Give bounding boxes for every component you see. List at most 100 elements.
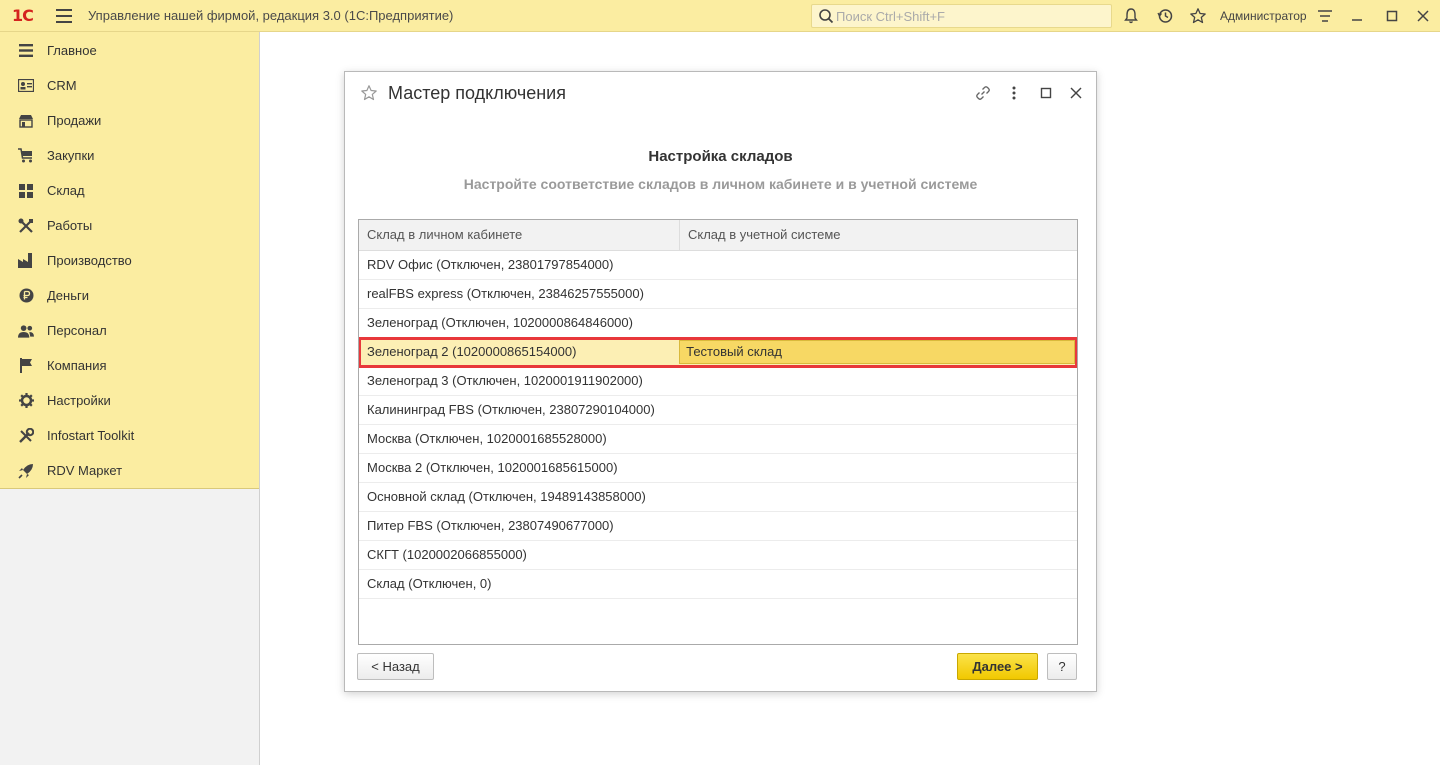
sidebar-item-personnel[interactable]: Персонал — [0, 313, 259, 348]
sidebar-item-purchases[interactable]: Закупки — [0, 138, 259, 173]
sidebar-item-works[interactable]: Работы — [0, 208, 259, 243]
minimize-icon[interactable] — [1348, 7, 1366, 25]
cabinet-warehouse-cell[interactable]: Зеленоград 2 (1020000865154000) — [359, 338, 679, 366]
table-row-selected[interactable]: Зеленоград 2 (1020000865154000) Тестовый … — [359, 337, 1077, 368]
cabinet-warehouse-cell[interactable]: Москва 2 (Отключен, 1020001685615000) — [359, 454, 680, 482]
warehouse-grid-icon — [18, 183, 34, 199]
history-icon[interactable] — [1156, 7, 1174, 25]
search-icon — [819, 9, 834, 24]
sidebar-item-label: Персонал — [47, 323, 107, 338]
gear-icon — [18, 393, 34, 409]
warehouse-mapping-table[interactable]: Склад в личном кабинете Склад в учетной … — [358, 219, 1078, 645]
cabinet-warehouse-cell[interactable]: Москва (Отключен, 1020001685528000) — [359, 425, 680, 453]
sidebar-item-sales[interactable]: Продажи — [0, 103, 259, 138]
table-row[interactable]: Зеленоград (Отключен, 1020000864846000) — [359, 309, 1077, 338]
dialog-header: Мастер подключения — [345, 72, 1096, 114]
ruble-coin-icon — [18, 288, 34, 304]
cabinet-warehouse-cell[interactable]: Калининград FBS (Отключен, 2380729010400… — [359, 396, 680, 424]
table-row[interactable]: Зеленоград 3 (Отключен, 1020001911902000… — [359, 367, 1077, 396]
sidebar-item-infostart-toolkit[interactable]: Infostart Toolkit — [0, 418, 259, 453]
table-row[interactable]: RDV Офис (Отключен, 23801797854000) — [359, 251, 1077, 280]
settings-lines-icon[interactable] — [1316, 7, 1334, 25]
close-icon[interactable] — [1414, 7, 1432, 25]
sidebar-item-warehouse[interactable]: Склад — [0, 173, 259, 208]
sidebar-item-company[interactable]: Компания — [0, 348, 259, 383]
table-row[interactable]: СКГТ (1020002066855000) — [359, 541, 1077, 570]
back-button[interactable]: < Назад — [357, 653, 434, 680]
cart-icon — [18, 148, 34, 164]
cabinet-warehouse-cell[interactable]: Основной склад (Отключен, 19489143858000… — [359, 483, 680, 511]
people-icon — [18, 323, 34, 339]
link-button[interactable] — [974, 84, 992, 102]
section-subheading: Настройте соответствие складов в личном … — [463, 176, 978, 192]
wrench-icon — [18, 427, 34, 444]
column-header-cabinet-warehouse[interactable]: Склад в личном кабинете — [359, 220, 680, 250]
cabinet-warehouse-cell[interactable]: RDV Офис (Отключен, 23801797854000) — [359, 251, 680, 279]
table-row[interactable]: realFBS express (Отключен, 2384625755500… — [359, 280, 1077, 309]
dialog-maximize-button[interactable] — [1037, 84, 1055, 102]
user-name[interactable]: Администратор — [1220, 9, 1307, 23]
system-warehouse-cell[interactable] — [680, 309, 1077, 337]
maximize-icon[interactable] — [1383, 7, 1401, 25]
bell-icon[interactable] — [1122, 7, 1140, 25]
table-row[interactable]: Москва (Отключен, 1020001685528000) — [359, 425, 1077, 454]
sidebar-item-settings[interactable]: Настройки — [0, 383, 259, 418]
search-input[interactable] — [836, 8, 1096, 24]
sidebar-item-rdv-market[interactable]: RDV Маркет — [0, 453, 259, 488]
table-row[interactable]: Основной склад (Отключен, 19489143858000… — [359, 483, 1077, 512]
sidebar-item-money[interactable]: Деньги — [0, 278, 259, 313]
link-icon — [976, 86, 990, 100]
system-warehouse-cell[interactable] — [680, 512, 1077, 540]
system-warehouse-cell[interactable] — [680, 570, 1077, 598]
search-box[interactable] — [811, 4, 1112, 28]
dialog-close-button[interactable] — [1067, 84, 1085, 102]
table-row[interactable]: Склад (Отключен, 0) — [359, 570, 1077, 599]
section-menu: Главное CRM Продажи Закупки Склад Работы… — [0, 32, 259, 489]
more-actions-button[interactable] — [1005, 84, 1023, 102]
cabinet-warehouse-cell[interactable]: Зеленоград (Отключен, 1020000864846000) — [359, 309, 680, 337]
system-warehouse-cell[interactable] — [680, 280, 1077, 308]
sidebar-item-label: Компания — [47, 358, 107, 373]
sidebar: Главное CRM Продажи Закупки Склад Работы… — [0, 32, 260, 765]
system-warehouse-cell[interactable] — [680, 396, 1077, 424]
sidebar-item-label: Закупки — [47, 148, 95, 163]
cabinet-warehouse-cell[interactable]: Питер FBS (Отключен, 23807490677000) — [359, 512, 680, 540]
sidebar-item-label: Склад — [47, 183, 85, 198]
tools-icon — [18, 218, 34, 234]
system-warehouse-cell[interactable]: Тестовый склад — [679, 340, 1075, 364]
cabinet-warehouse-cell[interactable]: realFBS express (Отключен, 2384625755500… — [359, 280, 680, 308]
main-menu-button[interactable] — [56, 8, 72, 23]
system-warehouse-cell[interactable] — [680, 483, 1077, 511]
more-vertical-icon — [1012, 86, 1016, 100]
cabinet-warehouse-cell[interactable]: Зеленоград 3 (Отключен, 1020001911902000… — [359, 367, 680, 395]
sidebar-item-label: CRM — [47, 78, 77, 93]
table-row[interactable]: Питер FBS (Отключен, 23807490677000) — [359, 512, 1077, 541]
system-warehouse-cell[interactable] — [680, 367, 1077, 395]
sidebar-item-label: Продажи — [47, 113, 102, 128]
system-warehouse-cell[interactable] — [680, 251, 1077, 279]
connection-wizard-dialog: Мастер подключения Настройка складов Нас… — [344, 71, 1097, 692]
system-warehouse-cell[interactable] — [680, 425, 1077, 453]
table-row[interactable]: Калининград FBS (Отключен, 2380729010400… — [359, 396, 1077, 425]
menu-icon — [18, 43, 34, 59]
column-header-system-warehouse[interactable]: Склад в учетной системе — [680, 220, 1077, 250]
sidebar-item-label: RDV Маркет — [47, 463, 123, 478]
sidebar-item-label: Деньги — [47, 288, 89, 303]
sidebar-item-main[interactable]: Главное — [0, 33, 259, 68]
system-warehouse-cell[interactable] — [680, 454, 1077, 482]
sidebar-item-label: Работы — [47, 218, 93, 233]
cabinet-warehouse-cell[interactable]: Склад (Отключен, 0) — [359, 570, 680, 598]
contact-card-icon — [18, 78, 34, 94]
dialog-title: Мастер подключения — [388, 83, 566, 103]
sidebar-item-production[interactable]: Производство — [0, 243, 259, 278]
app-logo[interactable]: 1С — [12, 6, 44, 25]
next-button[interactable]: Далее > — [957, 653, 1038, 680]
system-warehouse-cell[interactable] — [680, 541, 1077, 569]
table-body: RDV Офис (Отключен, 23801797854000) realF… — [359, 251, 1077, 599]
sidebar-item-crm[interactable]: CRM — [0, 68, 259, 103]
help-button[interactable]: ? — [1047, 653, 1077, 680]
favorite-star-icon[interactable] — [360, 84, 378, 102]
table-row[interactable]: Москва 2 (Отключен, 1020001685615000) — [359, 454, 1077, 483]
cabinet-warehouse-cell[interactable]: СКГТ (1020002066855000) — [359, 541, 680, 569]
favorites-star-icon[interactable] — [1189, 7, 1207, 25]
